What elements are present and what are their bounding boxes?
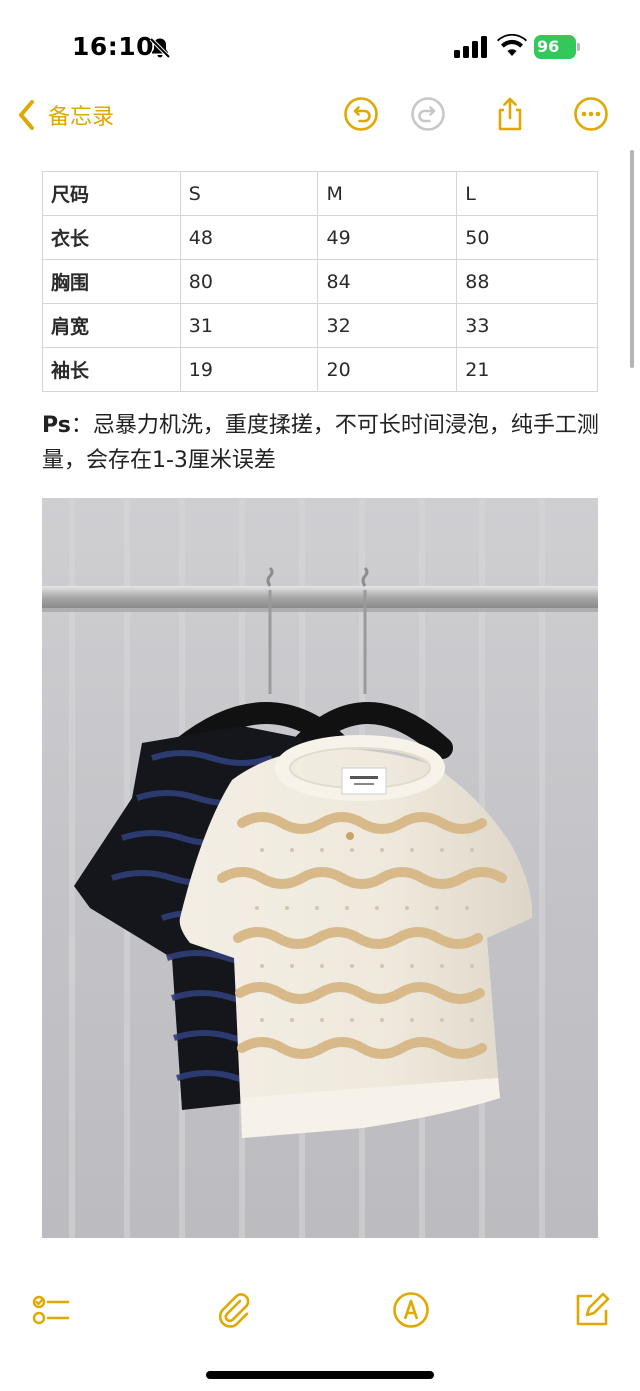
table-cell[interactable]: 88 <box>456 259 598 304</box>
back-label: 备忘录 <box>48 105 115 130</box>
wifi-icon <box>497 34 527 56</box>
home-indicator[interactable] <box>206 1371 434 1379</box>
redo-icon[interactable] <box>410 96 446 132</box>
battery-cap <box>577 43 580 51</box>
table-cell[interactable]: 33 <box>456 303 598 348</box>
more-icon[interactable] <box>573 96 609 132</box>
table-cell[interactable]: 胸围 <box>42 259 181 304</box>
table-row: 袖长 19 20 21 <box>42 347 598 392</box>
size-table[interactable]: 尺码 S M L 衣长 48 49 50 胸围 80 84 88 肩宽 31 3… <box>42 171 598 392</box>
table-cell[interactable]: 衣长 <box>42 215 181 260</box>
table-cell[interactable]: 袖长 <box>42 347 181 392</box>
table-cell[interactable]: 31 <box>179 303 319 348</box>
table-header-row: 尺码 S M L <box>42 171 598 216</box>
note-text[interactable]: Ps：忌暴力机洗，重度揉搓，不可长时间浸泡，纯手工测量，会存在1-3厘米误差 <box>42 408 602 478</box>
scroll-indicator[interactable] <box>630 150 634 368</box>
table-cell[interactable]: 肩宽 <box>42 303 181 348</box>
table-cell[interactable]: 49 <box>317 215 458 260</box>
table-cell[interactable]: 19 <box>179 347 319 392</box>
note-body: ：忌暴力机洗，重度揉搓，不可长时间浸泡，纯手工测量，会存在1-3厘米误差 <box>42 413 599 473</box>
table-cell[interactable]: 80 <box>179 259 319 304</box>
checklist-icon[interactable] <box>32 1291 70 1329</box>
status-time: 16:10 <box>72 32 155 61</box>
product-photo[interactable] <box>42 498 598 1238</box>
bell-slash-icon <box>149 37 171 59</box>
table-header-cell[interactable]: 尺码 <box>42 171 181 216</box>
table-cell[interactable]: 84 <box>317 259 458 304</box>
product-photo-sweaters <box>42 498 598 1238</box>
battery-charging-icon: 96 <box>534 35 580 59</box>
table-header-cell[interactable]: L <box>456 171 598 216</box>
back-button[interactable]: 备忘录 <box>16 98 114 132</box>
compose-icon[interactable] <box>572 1291 610 1329</box>
table-row: 胸围 80 84 88 <box>42 259 598 304</box>
table-header-cell[interactable]: S <box>179 171 319 216</box>
markup-pen-icon[interactable] <box>392 1291 430 1329</box>
table-header-cell[interactable]: M <box>317 171 458 216</box>
status-bar: 16:10 96 <box>0 0 640 96</box>
table-cell[interactable]: 50 <box>456 215 598 260</box>
undo-icon[interactable] <box>343 96 379 132</box>
table-cell[interactable]: 21 <box>456 347 598 392</box>
bottom-toolbar <box>0 1285 640 1335</box>
battery-level: 96 <box>537 37 560 56</box>
table-cell[interactable]: 20 <box>317 347 458 392</box>
chevron-left-icon <box>19 100 34 130</box>
cellular-signal-icon <box>454 36 487 58</box>
table-cell[interactable]: 48 <box>179 215 319 260</box>
note-prefix: Ps <box>42 413 71 438</box>
nav-bar: 备忘录 <box>0 90 640 140</box>
table-row: 肩宽 31 32 33 <box>42 303 598 348</box>
share-icon[interactable] <box>492 96 528 132</box>
table-row: 衣长 48 49 50 <box>42 215 598 260</box>
table-cell[interactable]: 32 <box>317 303 458 348</box>
paperclip-icon[interactable] <box>214 1291 252 1329</box>
